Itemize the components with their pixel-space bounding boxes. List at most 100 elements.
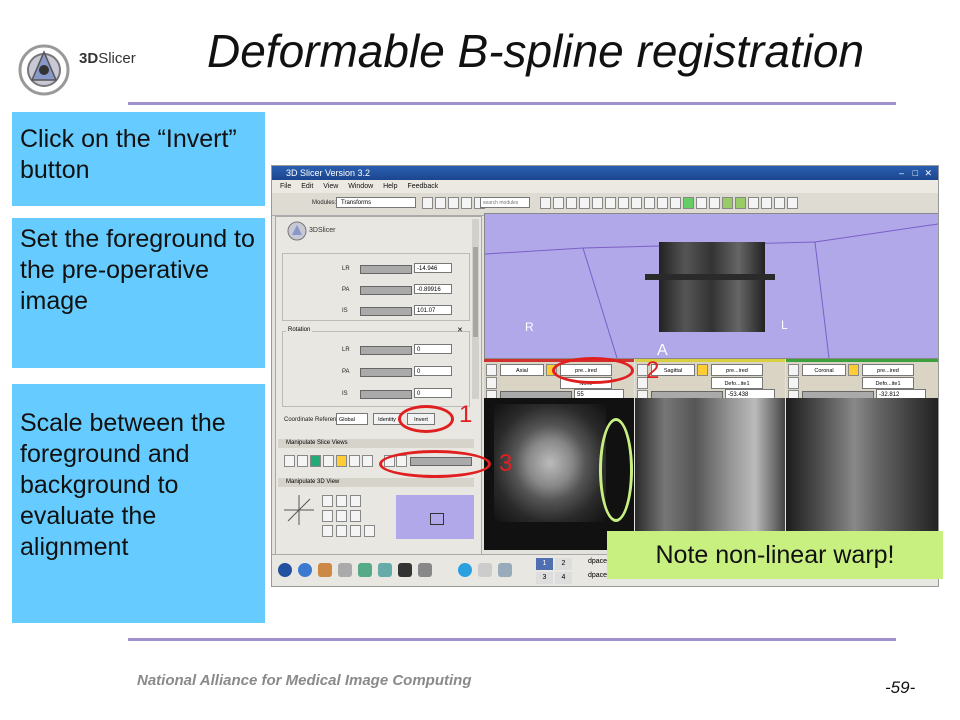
translation-pa-slider[interactable] xyxy=(360,286,412,295)
taskbar-home-icon[interactable] xyxy=(478,563,492,577)
rotation-pa-value[interactable]: 0 xyxy=(414,366,452,376)
coronal-orientation-select[interactable]: Coronal xyxy=(802,364,846,376)
toolbar-editor-icon[interactable] xyxy=(605,197,616,209)
menu-edit[interactable]: Edit xyxy=(301,183,313,190)
toolbar-models-icon[interactable] xyxy=(579,197,590,209)
view-3d[interactable]: R L A xyxy=(484,213,938,359)
view-ortho-icon[interactable] xyxy=(350,510,361,522)
workspace-3[interactable]: 3 xyxy=(536,572,553,584)
toolbar-pick-icon[interactable] xyxy=(761,197,772,209)
toolbar-grid-icon[interactable] xyxy=(748,197,759,209)
taskbar-desktop-icon[interactable] xyxy=(498,563,512,577)
view-visibility-icon[interactable] xyxy=(350,525,361,537)
window-close-icon[interactable]: ✕ xyxy=(924,166,932,180)
toolbar-color-icon[interactable] xyxy=(631,197,642,209)
taskbar-mail-icon[interactable] xyxy=(318,563,332,577)
slice-view-coronal[interactable] xyxy=(786,398,938,550)
taskbar-terminal-icon[interactable] xyxy=(398,563,412,577)
menu-window[interactable]: Window xyxy=(348,183,373,190)
slice-view-sagittal[interactable] xyxy=(635,398,785,550)
slice-fg-bg-icon[interactable] xyxy=(310,455,321,467)
toolbar-fiducials-icon[interactable] xyxy=(592,197,603,209)
identity-button[interactable]: Identity xyxy=(373,413,401,425)
taskbar-files-icon[interactable] xyxy=(418,563,432,577)
coronal-pin-icon[interactable] xyxy=(788,364,799,376)
coronal-bg-icon[interactable] xyxy=(788,377,799,389)
slice-link-icon[interactable] xyxy=(297,455,308,467)
toolbar-save-icon[interactable] xyxy=(461,197,472,209)
toolbar-undo-icon[interactable] xyxy=(722,197,733,209)
window-maximize-icon[interactable]: □ xyxy=(913,166,918,180)
coordinate-reference-select[interactable]: Global xyxy=(336,413,368,425)
taskbar-editor-icon[interactable] xyxy=(338,563,352,577)
sagittal-background-select[interactable]: Defo...ite1 xyxy=(711,377,763,389)
rotation-is-value[interactable]: 0 xyxy=(414,388,452,398)
sagittal-fg-icon[interactable] xyxy=(697,364,708,376)
task-item-1[interactable]: dpace xyxy=(588,558,607,565)
toolbar-back-icon[interactable] xyxy=(435,197,446,209)
axial-bg-icon[interactable] xyxy=(486,377,497,389)
rotation-lr-value[interactable]: 0 xyxy=(414,344,452,354)
toolbar-redo-icon[interactable] xyxy=(735,197,746,209)
taskbar-fedora-icon[interactable] xyxy=(278,563,292,577)
workspace-4[interactable]: 4 xyxy=(555,572,572,584)
module-select[interactable]: Transforms xyxy=(336,197,416,208)
menu-help[interactable]: Help xyxy=(383,183,397,190)
view-box-icon[interactable] xyxy=(364,525,375,537)
workspace-2[interactable]: 2 xyxy=(555,558,572,570)
taskbar-browser-icon[interactable] xyxy=(298,563,312,577)
sagittal-foreground-select[interactable]: pre...ired xyxy=(711,364,763,376)
rotation-is-slider[interactable] xyxy=(360,390,412,399)
rotation-collapse-icon[interactable]: ✕ xyxy=(457,326,463,334)
slice-fit-icon[interactable] xyxy=(284,455,295,467)
toolbar-prev-icon[interactable] xyxy=(422,197,433,209)
search-modules-input[interactable] xyxy=(480,197,530,208)
toolbar-place-icon[interactable] xyxy=(774,197,785,209)
axial-orientation-select[interactable]: Axial xyxy=(500,364,544,376)
view-stereo-icon[interactable] xyxy=(336,525,347,537)
toolbar-fourup-icon[interactable] xyxy=(657,197,668,209)
toolbar-data-icon[interactable] xyxy=(553,197,564,209)
axial-pin-icon[interactable] xyxy=(486,364,497,376)
toolbar-home-icon[interactable] xyxy=(540,197,551,209)
taskbar-network-icon[interactable] xyxy=(378,563,392,577)
menu-file[interactable]: File xyxy=(280,183,291,190)
view-orientation-widget-icon[interactable] xyxy=(282,493,316,527)
view-rock-icon[interactable] xyxy=(336,510,347,522)
toolbar-volumes-icon[interactable] xyxy=(566,197,577,209)
manipulate-3d-view-header[interactable]: Manipulate 3D View xyxy=(278,478,474,487)
coronal-fg-icon[interactable] xyxy=(848,364,859,376)
rotation-pa-slider[interactable] xyxy=(360,368,412,377)
view-3d-thumbnail[interactable] xyxy=(396,495,474,539)
toolbar-lightbox-icon[interactable] xyxy=(683,197,694,209)
slice-spacing-icon[interactable] xyxy=(362,455,373,467)
translation-is-value[interactable]: 101.07 xyxy=(414,305,452,315)
view-zoom-out-icon[interactable] xyxy=(336,495,347,507)
coronal-background-select[interactable]: Defo...ite1 xyxy=(862,377,914,389)
translation-pa-value[interactable]: -0.89916 xyxy=(414,284,452,294)
translation-lr-slider[interactable] xyxy=(360,265,412,274)
view-screenshot-icon[interactable] xyxy=(322,525,333,537)
translation-is-slider[interactable] xyxy=(360,307,412,316)
slice-crosshair-icon[interactable] xyxy=(336,455,347,467)
toolbar-rotate-icon[interactable] xyxy=(787,197,798,209)
toolbar-oneup-icon[interactable] xyxy=(709,197,720,209)
window-minimize-icon[interactable]: – xyxy=(899,166,904,180)
toolbar-transforms-icon[interactable] xyxy=(618,197,629,209)
rotation-lr-slider[interactable] xyxy=(360,346,412,355)
translation-lr-value[interactable]: -14.946 xyxy=(414,263,452,273)
manipulate-slice-views-header[interactable]: Manipulate Slice Views xyxy=(278,439,474,448)
taskbar-skype-icon[interactable] xyxy=(458,563,472,577)
taskbar-office-icon[interactable] xyxy=(358,563,372,577)
task-item-2[interactable]: dpace xyxy=(588,572,607,579)
toolbar-forward-icon[interactable] xyxy=(448,197,459,209)
toolbar-compare-icon[interactable] xyxy=(696,197,707,209)
menu-view[interactable]: View xyxy=(323,183,338,190)
menu-feedback[interactable]: Feedback xyxy=(407,183,438,190)
toolbar-conventional-icon[interactable] xyxy=(670,197,681,209)
view-center-icon[interactable] xyxy=(350,495,361,507)
panel-scrollbar-thumb[interactable] xyxy=(473,247,478,337)
slice-label-icon[interactable] xyxy=(323,455,334,467)
slice-annotation-icon[interactable] xyxy=(349,455,360,467)
toolbar-layout-icon[interactable] xyxy=(644,197,655,209)
